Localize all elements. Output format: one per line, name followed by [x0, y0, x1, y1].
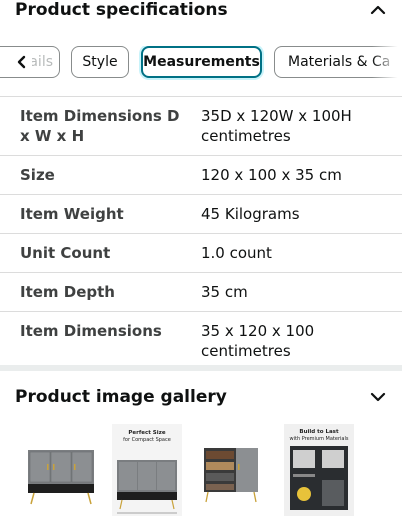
- table-row: Item Dimensions D x W x H 35D x 120W x 1…: [0, 96, 402, 155]
- spec-label: Item Weight: [20, 205, 124, 223]
- gallery-section-title: Product image gallery: [15, 387, 227, 407]
- spec-value: 45 Kilograms: [201, 205, 300, 223]
- tab-details-label: ails: [29, 54, 53, 70]
- thumbnail-caption: Build to Last: [299, 429, 339, 435]
- spec-label: Item Depth: [20, 283, 115, 301]
- gallery-thumbnail-cabinet-front[interactable]: [26, 424, 96, 516]
- table-row: Item Weight 45 Kilograms: [0, 194, 402, 233]
- thumbnail-caption: Perfect Size: [128, 430, 165, 436]
- spec-tabs: ails Style Measurements Materials & Ca: [0, 46, 402, 80]
- spec-label: Item Dimensions: [20, 322, 162, 340]
- spec-value: 35D x 120W x 100H centimetres: [201, 107, 352, 145]
- spec-value: 1.0 count: [201, 244, 272, 262]
- gallery-thumbnail-materials-banner[interactable]: Build to Last with Premium Materials: [284, 424, 354, 516]
- spec-label: Size: [20, 166, 55, 184]
- thumbnail-caption: for Compact Space: [123, 437, 171, 443]
- tab-measurements-label: Measurements: [143, 54, 260, 70]
- tabs-fade: [372, 46, 402, 80]
- table-row: Unit Count 1.0 count: [0, 233, 402, 272]
- specs-section-header[interactable]: Product specifications: [0, 0, 402, 25]
- spec-label: Unit Count: [20, 244, 111, 262]
- table-row: Item Dimensions 35 x 120 x 100 centimetr…: [0, 311, 402, 371]
- chevron-left-icon[interactable]: [12, 52, 32, 72]
- spec-value: 120 x 100 x 35 cm: [201, 166, 342, 184]
- specs-section-title: Product specifications: [15, 0, 228, 20]
- tab-style[interactable]: Style: [71, 46, 129, 78]
- chevron-down-icon[interactable]: [370, 389, 386, 405]
- spec-value: 35 cm: [201, 283, 248, 301]
- gallery-thumbnail-open-cabinet[interactable]: [198, 424, 268, 516]
- specs-table: Item Dimensions D x W x H 35D x 120W x 1…: [0, 96, 402, 371]
- section-divider: [0, 365, 402, 371]
- table-row: Item Depth 35 cm: [0, 272, 402, 311]
- image-gallery: Perfect Size for Compact Space Build to …: [0, 424, 402, 519]
- thumbnail-caption: with Premium Materials: [290, 436, 349, 442]
- chevron-up-icon[interactable]: [370, 2, 386, 18]
- tab-style-label: Style: [82, 54, 118, 70]
- gallery-section-header[interactable]: Product image gallery: [0, 382, 402, 412]
- spec-label: Item Dimensions D x W x H: [20, 107, 180, 145]
- spec-value: 35 x 120 x 100 centimetres: [201, 322, 315, 360]
- gallery-thumbnail-size-banner[interactable]: Perfect Size for Compact Space: [112, 424, 182, 516]
- tab-measurements[interactable]: Measurements: [141, 46, 262, 78]
- table-row: Size 120 x 100 x 35 cm: [0, 155, 402, 194]
